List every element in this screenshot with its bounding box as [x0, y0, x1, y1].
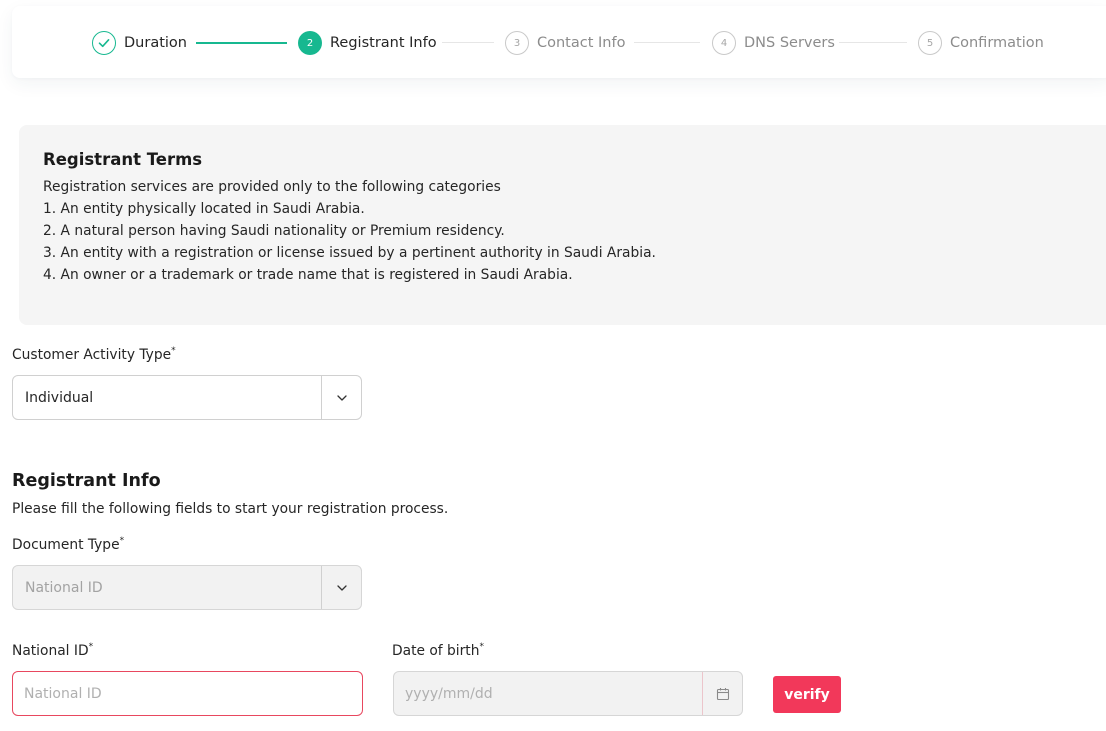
- step-confirmation[interactable]: 5 Confirmation: [918, 31, 1044, 55]
- customer-activity-label: Customer Activity Type*: [12, 346, 176, 363]
- terms-title: Registrant Terms: [43, 150, 203, 169]
- date-of-birth-input[interactable]: yyyy/mm/dd: [393, 671, 743, 716]
- document-type-label: Document Type*: [12, 536, 125, 553]
- step-connector: [442, 42, 494, 43]
- step-label: Duration: [124, 35, 187, 51]
- step-label: Contact Info: [537, 35, 626, 51]
- step-number: 2: [298, 31, 322, 55]
- label-text: Date of birth: [392, 643, 480, 659]
- chevron-down-icon[interactable]: [321, 566, 361, 609]
- step-connector: [839, 42, 907, 43]
- required-mark: *: [171, 346, 176, 356]
- label-text: National ID: [12, 643, 89, 659]
- chevron-down-icon[interactable]: [321, 376, 361, 419]
- terms-item: 1. An entity physically located in Saudi…: [43, 201, 365, 217]
- national-id-label: National ID*: [12, 642, 94, 659]
- customer-activity-select[interactable]: Individual: [12, 375, 362, 420]
- check-icon: [92, 31, 116, 55]
- step-connector: [196, 42, 287, 44]
- section-title: Registrant Info: [12, 471, 161, 491]
- required-mark: *: [88, 642, 94, 652]
- step-number: 5: [918, 31, 942, 55]
- calendar-icon[interactable]: [702, 672, 742, 715]
- terms-item: 3. An entity with a registration or lice…: [43, 245, 656, 261]
- section-subtitle: Please fill the following fields to star…: [12, 501, 449, 517]
- verify-button[interactable]: verify: [773, 676, 841, 713]
- step-contact-info[interactable]: 3 Contact Info: [505, 31, 625, 55]
- required-mark: *: [119, 536, 125, 546]
- step-label: DNS Servers: [744, 35, 835, 51]
- input-placeholder: yyyy/mm/dd: [405, 685, 493, 702]
- step-number: 4: [712, 31, 736, 55]
- select-value: National ID: [25, 579, 103, 596]
- terms-intro: Registration services are provided only …: [43, 179, 501, 195]
- terms-item: 2. A natural person having Saudi nationa…: [43, 223, 505, 239]
- date-of-birth-label: Date of birth*: [392, 642, 484, 659]
- progress-stepper: Duration 2 Registrant Info 3 Contact Inf…: [12, 6, 1106, 78]
- step-connector: [634, 42, 700, 43]
- label-text: Document Type: [12, 537, 120, 553]
- label-text: Customer Activity Type: [12, 347, 172, 363]
- step-label: Confirmation: [950, 35, 1044, 51]
- step-duration[interactable]: Duration: [92, 31, 187, 55]
- input-placeholder: National ID: [24, 685, 102, 702]
- step-label: Registrant Info: [330, 35, 437, 51]
- step-dns-servers[interactable]: 4 DNS Servers: [712, 31, 835, 55]
- registrant-terms-box: Registrant Terms Registration services a…: [19, 125, 1106, 325]
- national-id-input[interactable]: National ID: [12, 671, 363, 716]
- required-mark: *: [479, 642, 484, 652]
- document-type-select[interactable]: National ID: [12, 565, 362, 610]
- step-number: 3: [505, 31, 529, 55]
- select-value: Individual: [25, 389, 94, 406]
- step-registrant-info[interactable]: 2 Registrant Info: [298, 31, 437, 55]
- terms-item: 4. An owner or a trademark or trade name…: [43, 267, 573, 283]
